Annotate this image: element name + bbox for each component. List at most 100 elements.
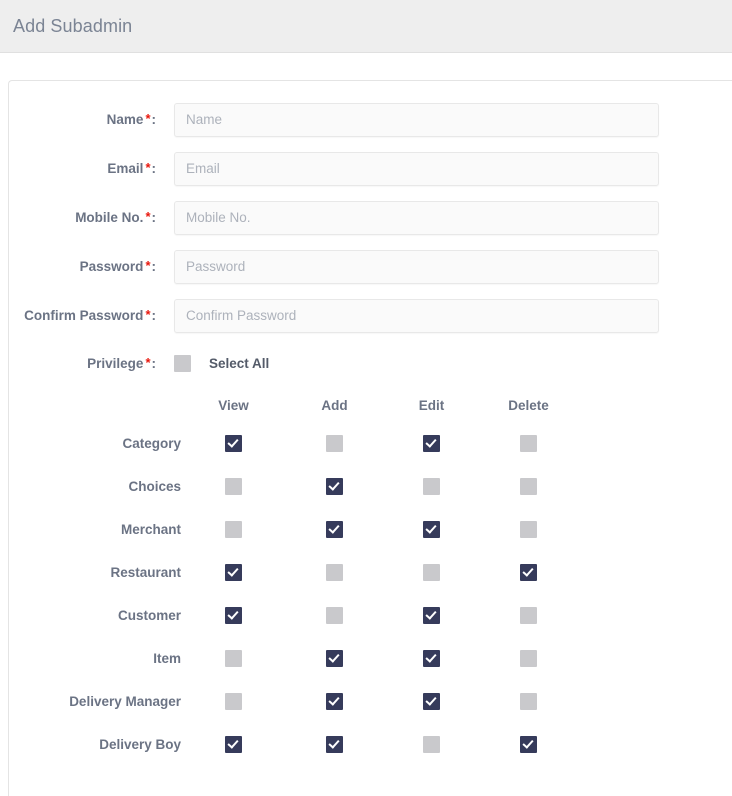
permission-row: Customer <box>9 594 732 637</box>
permission-row: Choices <box>9 465 732 508</box>
checkbox-choices-add[interactable] <box>326 478 343 495</box>
permission-row: Delivery Manager <box>9 680 732 723</box>
checkbox-category-view[interactable] <box>225 435 242 452</box>
form-label-text: Email <box>107 161 144 176</box>
column-header-label: View <box>218 397 249 413</box>
column-header-view: View <box>181 398 286 413</box>
checkbox-restaurant-edit[interactable] <box>423 564 440 581</box>
checkbox-restaurant-add[interactable] <box>326 564 343 581</box>
add-subadmin-panel: Name*:Email*:Mobile No.*:Password*:Confi… <box>8 80 732 796</box>
label-colon: : <box>151 308 157 323</box>
privilege-row: Privilege *: Select All <box>9 340 732 386</box>
checkbox-item-add[interactable] <box>326 650 343 667</box>
permission-cell <box>181 521 286 538</box>
label-colon: : <box>151 112 157 127</box>
password-field[interactable] <box>174 249 659 284</box>
checkbox-delivery-boy-view[interactable] <box>225 736 242 753</box>
permission-row-label: Delivery Boy <box>99 737 181 752</box>
mobile-field[interactable] <box>174 200 659 235</box>
checkbox-delivery-manager-delete[interactable] <box>520 693 537 710</box>
permission-cell <box>383 435 480 452</box>
permission-row: Item <box>9 637 732 680</box>
select-all-label: Select All <box>209 355 270 371</box>
permission-cell <box>286 693 383 710</box>
checkbox-delivery-manager-add[interactable] <box>326 693 343 710</box>
checkbox-delivery-boy-delete[interactable] <box>520 736 537 753</box>
checkbox-item-delete[interactable] <box>520 650 537 667</box>
checkbox-item-edit[interactable] <box>423 650 440 667</box>
checkbox-category-add[interactable] <box>326 435 343 452</box>
permission-cell <box>480 693 577 710</box>
permission-row-label: Merchant <box>120 522 181 537</box>
permission-row-label: Choices <box>128 479 181 494</box>
checkbox-category-delete[interactable] <box>520 435 537 452</box>
form-row: Email *: <box>9 144 732 193</box>
checkbox-customer-view[interactable] <box>225 607 242 624</box>
label-colon: : <box>151 355 157 371</box>
checkbox-merchant-edit[interactable] <box>423 521 440 538</box>
name-field[interactable] <box>174 102 659 137</box>
required-asterisk: * <box>145 354 151 370</box>
checkbox-choices-delete[interactable] <box>520 478 537 495</box>
permission-cell <box>181 435 286 452</box>
permission-cell <box>480 521 577 538</box>
mobile-field-label: Mobile No. *: <box>9 209 174 225</box>
checkbox-delivery-boy-edit[interactable] <box>423 736 440 753</box>
permission-row-label: Restaurant <box>110 565 181 580</box>
permission-cell <box>181 693 286 710</box>
select-all-checkbox[interactable] <box>174 354 191 372</box>
column-header-label: Edit <box>418 397 445 413</box>
permission-cell <box>383 693 480 710</box>
checkbox-customer-delete[interactable] <box>520 607 537 624</box>
permission-cell <box>383 564 480 581</box>
panel-wrapper: Name*:Email*:Mobile No.*:Password*:Confi… <box>0 53 732 796</box>
checkbox-merchant-view[interactable] <box>225 521 242 538</box>
checkbox-delivery-boy-add[interactable] <box>326 736 343 753</box>
checkbox-merchant-delete[interactable] <box>520 521 537 538</box>
page-title: Add Subadmin <box>13 15 133 36</box>
required-asterisk: * <box>145 111 151 126</box>
permission-cell <box>480 564 577 581</box>
permission-row-label: Item <box>153 651 181 666</box>
confirm-password-field[interactable] <box>174 298 659 333</box>
permission-cell <box>480 607 577 624</box>
permission-cell <box>480 650 577 667</box>
select-all-control: Select All <box>174 354 270 372</box>
checkbox-item-view[interactable] <box>225 650 242 667</box>
permission-row-label: Customer <box>117 608 181 623</box>
permission-cell <box>286 478 383 495</box>
add-subadmin-form: Name*:Email*:Mobile No.*:Password*:Confi… <box>9 95 732 340</box>
checkbox-delivery-manager-view[interactable] <box>225 693 242 710</box>
checkbox-choices-edit[interactable] <box>423 478 440 495</box>
checkbox-restaurant-delete[interactable] <box>520 564 537 581</box>
form-label-text: Password <box>79 259 144 274</box>
permission-row-label: Category <box>122 436 181 451</box>
checkbox-merchant-add[interactable] <box>326 521 343 538</box>
permission-cell <box>383 650 480 667</box>
email-field[interactable] <box>174 151 659 186</box>
permission-cell <box>181 564 286 581</box>
form-label-text: Name <box>106 112 144 127</box>
permission-row: Delivery Boy <box>9 723 732 766</box>
page-header: Add Subadmin <box>0 0 732 53</box>
form-row: Name *: <box>9 95 732 144</box>
checkbox-customer-edit[interactable] <box>423 607 440 624</box>
column-header-delete: Delete <box>480 398 577 413</box>
permission-cell <box>383 736 480 753</box>
checkbox-choices-view[interactable] <box>225 478 242 495</box>
privilege-label: Privilege *: <box>9 354 174 371</box>
checkbox-customer-add[interactable] <box>326 607 343 624</box>
checkbox-category-edit[interactable] <box>423 435 440 452</box>
checkbox-delivery-manager-edit[interactable] <box>423 693 440 710</box>
column-header-edit: Edit <box>383 398 480 413</box>
permission-cell <box>480 478 577 495</box>
permissions-header-row: View Add Edit Delete <box>9 388 732 422</box>
confirm-password-field-label: Confirm Password *: <box>9 307 174 323</box>
permission-row: Restaurant <box>9 551 732 594</box>
permission-cell <box>286 607 383 624</box>
label-colon: : <box>151 161 157 176</box>
password-field-label: Password *: <box>9 258 174 274</box>
email-field-label: Email *: <box>9 160 174 176</box>
checkbox-restaurant-view[interactable] <box>225 564 242 581</box>
name-field-label: Name *: <box>9 111 174 127</box>
